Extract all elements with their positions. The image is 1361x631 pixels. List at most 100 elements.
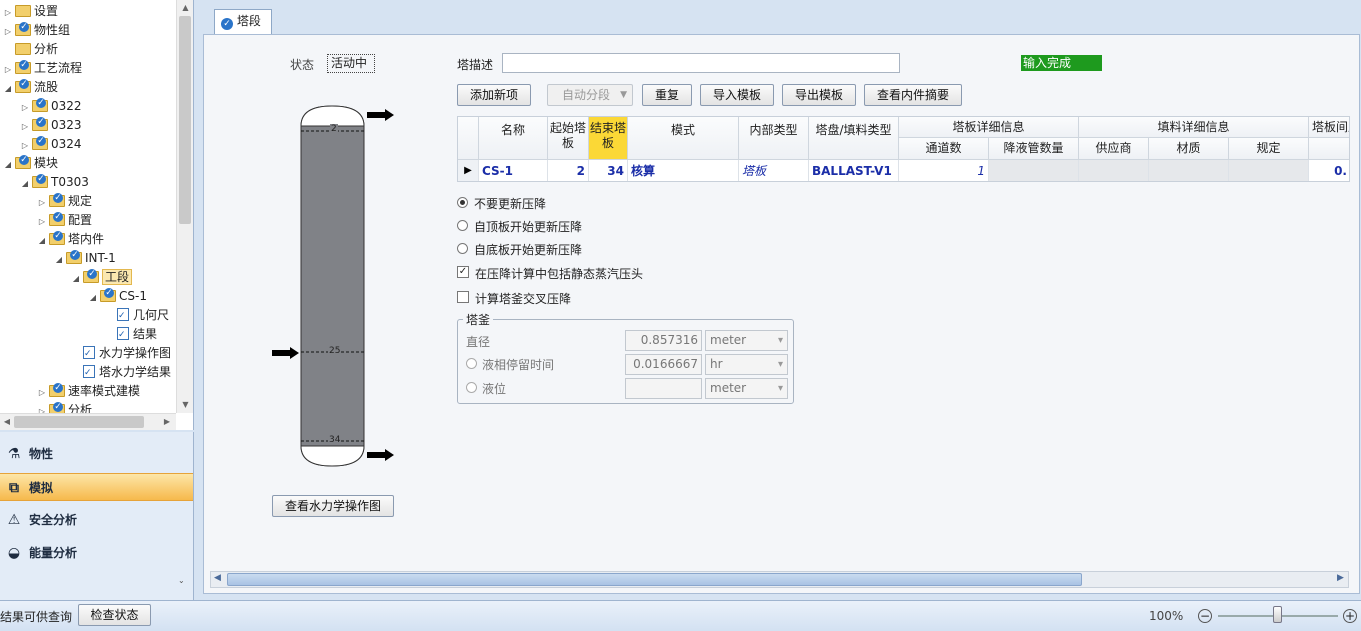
collapse-icon[interactable]: ◢ <box>71 269 81 288</box>
view-hydraulic-plot-button[interactable]: 查看水力学操作图 <box>272 495 394 517</box>
collapse-icon[interactable]: ◢ <box>37 231 47 250</box>
scroll-down-icon[interactable]: ▼ <box>178 397 193 413</box>
diameter-input[interactable]: 0.857316 <box>625 330 702 351</box>
tree-item[interactable]: 几何尺 <box>105 306 169 326</box>
zoom-slider-thumb[interactable] <box>1273 606 1282 623</box>
cell-name[interactable]: CS-1 <box>479 160 548 181</box>
diameter-unit-select[interactable]: meter <box>705 330 788 351</box>
expand-icon[interactable]: ▷ <box>20 98 30 117</box>
tree-item[interactable]: ▷ 0322 <box>20 97 82 116</box>
main-scroll-thumb[interactable] <box>227 573 1082 586</box>
scroll-right-icon[interactable]: ▶ <box>1337 573 1344 583</box>
tree-vertical-scrollbar[interactable]: ▲ ▼ <box>176 0 193 413</box>
tree-item[interactable]: 分析 <box>3 40 58 59</box>
zoom-out-icon[interactable]: − <box>1198 609 1212 623</box>
expand-icon[interactable]: ▷ <box>37 193 47 212</box>
main-horizontal-scrollbar[interactable]: ◀ ▶ <box>210 571 1349 588</box>
auto-section-button[interactable]: 自动分段 ▼ <box>547 84 633 106</box>
nav-item[interactable]: ⚗ 物性 <box>0 440 193 468</box>
expand-icon[interactable]: ▷ <box>3 22 13 41</box>
tree-item[interactable]: ▷ 配置 <box>37 211 92 230</box>
tree-item[interactable]: 水力学操作图 <box>71 344 171 364</box>
col-tray-spacing[interactable]: 塔板间距 <box>1309 117 1349 138</box>
collapse-icon[interactable]: ◢ <box>20 174 30 193</box>
scroll-left-icon[interactable]: ◀ <box>214 573 221 583</box>
export-template-button[interactable]: 导出模板 <box>782 84 856 106</box>
residence-time-unit-select[interactable]: hr <box>705 354 788 375</box>
collapse-icon[interactable]: ◢ <box>88 288 98 307</box>
tree-item[interactable]: ▷ 物性组 <box>3 21 70 40</box>
col-passes[interactable]: 通道数 <box>899 138 989 160</box>
tree-item[interactable]: ◢ INT-1 <box>54 249 116 268</box>
col-mode[interactable]: 模式 <box>628 117 739 160</box>
nav-item[interactable]: ⚠ 安全分析 <box>0 506 193 534</box>
tree-item[interactable]: ▷ 0323 <box>20 116 82 135</box>
scroll-up-icon[interactable]: ▲ <box>178 0 193 16</box>
tree-item[interactable]: ◢ T0303 <box>20 173 89 192</box>
cell-vendor[interactable] <box>1079 160 1149 181</box>
tree-item[interactable]: 塔水力学结果 <box>71 363 171 383</box>
cell-tray-spacing[interactable]: 0. <box>1309 160 1349 181</box>
description-input[interactable] <box>502 53 900 73</box>
residence-time-input[interactable]: 0.0166667 <box>625 354 702 375</box>
check-status-button[interactable]: 检查状态 <box>78 604 151 626</box>
expand-icon[interactable]: ▷ <box>20 136 30 155</box>
radio-level[interactable] <box>466 382 477 393</box>
cell-end-stage[interactable]: 34 <box>589 160 628 181</box>
cell-material[interactable] <box>1149 160 1229 181</box>
cell-start-stage[interactable]: 2 <box>548 160 589 181</box>
level-unit-select[interactable]: meter <box>705 378 788 399</box>
expand-icon[interactable]: ▷ <box>37 383 47 402</box>
nav-more-icon[interactable]: ⌄ <box>178 576 185 585</box>
zoom-in-icon[interactable]: + <box>1343 609 1357 623</box>
view-internals-summary-button[interactable]: 查看内件摘要 <box>864 84 962 106</box>
tree-item[interactable]: ◢ 工段 <box>71 268 133 288</box>
tree-item[interactable]: ▷ 0324 <box>20 135 82 154</box>
scroll-left-icon[interactable]: ◀ <box>0 414 14 430</box>
tree-item[interactable]: 结果 <box>105 325 157 345</box>
collapse-icon[interactable]: ◢ <box>54 250 64 269</box>
scroll-right-icon[interactable]: ▶ <box>160 414 174 430</box>
radio-residence-time[interactable] <box>466 358 477 369</box>
col-spec[interactable]: 规定 <box>1229 138 1309 160</box>
repeat-button[interactable]: 重复 <box>642 84 692 106</box>
radio-dp-none[interactable] <box>457 197 468 208</box>
import-template-button[interactable]: 导入模板 <box>700 84 774 106</box>
cell-internal-type[interactable]: 塔板 <box>739 160 809 181</box>
tree-item[interactable]: ▷ 工艺流程 <box>3 59 82 78</box>
col-name[interactable]: 名称 <box>479 117 548 160</box>
col-tray-packing-type[interactable]: 塔盘/填料类型 <box>809 117 899 160</box>
tree-scroll-thumb[interactable] <box>179 16 191 224</box>
nav-item[interactable]: ⧉ 模拟 <box>0 473 193 501</box>
row-selector-icon[interactable]: ▶ <box>458 160 479 181</box>
tree-item[interactable]: ▷ 设置 <box>3 2 58 21</box>
col-end-stage[interactable]: 结束塔板 <box>589 117 628 160</box>
tree-item[interactable]: ▷ 速率模式建模 <box>37 382 140 401</box>
cell-tray-type[interactable]: BALLAST-V1 <box>809 160 899 181</box>
col-material[interactable]: 材质 <box>1149 138 1229 160</box>
checkbox-static-head[interactable]: ✓ <box>457 266 469 278</box>
cell-mode[interactable]: 核算 <box>628 160 739 181</box>
cell-downcomers[interactable] <box>989 160 1079 181</box>
level-input[interactable] <box>625 378 702 399</box>
col-downcomers[interactable]: 降液管数量 <box>989 138 1079 160</box>
expand-icon[interactable]: ▷ <box>37 212 47 231</box>
expand-icon[interactable]: ▷ <box>3 3 13 22</box>
tab-tower-section[interactable]: ✓ 塔段 <box>214 9 272 34</box>
tree-item[interactable]: ◢ CS-1 <box>88 287 147 306</box>
tree-item[interactable]: ◢ 塔内件 <box>37 230 104 249</box>
expand-icon[interactable]: ▷ <box>20 117 30 136</box>
tree-item[interactable]: ▷ 规定 <box>37 192 92 211</box>
expand-icon[interactable]: ▷ <box>3 60 13 79</box>
tree-item[interactable]: ◢ 模块 <box>3 154 58 173</box>
tree-horizontal-scrollbar[interactable]: ◀ ▶ <box>0 413 176 430</box>
nav-item[interactable]: ◒ 能量分析 <box>0 539 193 567</box>
collapse-icon[interactable]: ◢ <box>3 155 13 174</box>
checkbox-crossflow[interactable] <box>457 291 469 303</box>
col-internal-type[interactable]: 内部类型 <box>739 117 809 160</box>
add-new-button[interactable]: 添加新项 <box>457 84 531 106</box>
col-start-stage[interactable]: 起始塔板 <box>548 117 589 160</box>
state-value[interactable]: 活动中 <box>327 54 375 73</box>
cell-spec[interactable] <box>1229 160 1309 181</box>
tree-hscroll-thumb[interactable] <box>14 416 144 428</box>
